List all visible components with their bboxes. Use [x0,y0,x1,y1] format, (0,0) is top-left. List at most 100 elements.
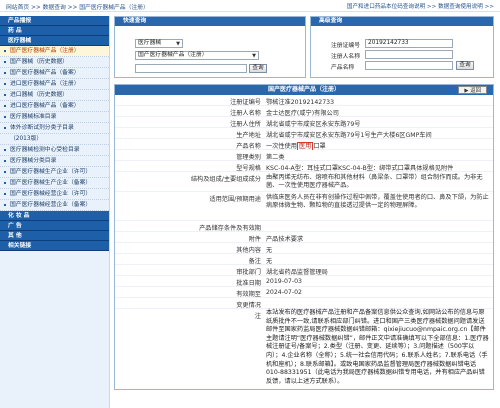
sidebar-item-distributor-license[interactable]: 国产医疗器械经营企业（许可） [0,189,109,200]
advanced-search-panel: 高级查询 注册证编号 20192142733 注册人名称 产品名称 查询 [310,16,494,78]
detail-row: 审批部门 湖北省药品监督管理局 [115,265,493,276]
product-name-prefix: 一次性使用 [266,143,297,150]
sidebar-item-classification-catalog[interactable]: 医疗器械分类目录 [0,156,109,167]
field-label: 注册证编号 [230,99,261,106]
sidebar-item-distributor-filing[interactable]: 国产医疗器械经营企业（备案） [0,200,109,211]
breadcrumb-separator: >> [31,5,41,11]
category-select[interactable]: 医疗器械 ▼ [135,39,183,48]
field-label: 审批部门 [236,269,261,276]
sidebar-item-import-device-filing[interactable]: 进口医疗器械产品（备案） [0,101,109,112]
detail-row: 注册证编号 鄂械注准20192142733 [115,95,493,106]
field-label: 结构及组成/主要组成成分 [190,176,261,183]
sidebar-item-ivd-catalog[interactable]: 体外诊断试剂分类子目录 [0,123,109,134]
notice-text: 本站发布的医疗器械产品注册和产品备案信息供公众查询,如网站公布的信息与原纸质批件… [266,309,489,385]
field-value: 无 [266,258,273,265]
field-label: 附件 [248,236,261,243]
sidebar-item-testing-center-catalog[interactable]: 医疗器械检测中心受检目录 [0,145,109,156]
field-value: 湖北省咸宁市咸安区永安东路79号1号生产大楼6区GMP车间 [266,132,432,139]
product-name-suffix: 口罩 [313,143,326,150]
field-value: 2024-07-02 [266,289,302,296]
sidebar-item-import-device-history[interactable]: 进口器械（历史数据） [0,90,109,101]
detail-title: 国产医疗器械产品（注册） [267,86,340,93]
field-label: 备注 [248,258,261,265]
detail-row: 型号规格 KSC-04-A型：耳挂式口罩KSC-04-B型：绑带式口罩具体规格见… [115,161,493,172]
detail-row: 管理类别 第二类 [115,150,493,161]
detail-row: 批准日期 2019-07-03 [115,276,493,287]
field-label: 变更情况 [236,302,261,309]
field-value: 湖北省药品监督管理局 [266,269,328,276]
chevron-down-icon: ▼ [176,41,180,47]
detail-row: 产品储存条件及有效期 [115,221,493,232]
detail-title-bar: 国产医疗器械产品（注册） ▶ 返回 [115,85,493,95]
detail-row: 结构及组成/主要组成成分 由聚丙烯无纺布、熔喷布和其他材料（鼻梁条、口罩带）组合… [115,172,493,192]
breadcrumb: 网站首页 >> 数据查询 >> 国产医疗器械产品（注册） [6,2,149,11]
advanced-search-title: 高级查询 [311,17,493,26]
quick-search-panel: 快速查询 医疗器械 ▼ 国产医疗器械产品（注册） ▼ 查询 [114,16,306,78]
detail-row: 适用范围/预期用途 供临床医务人员在非有创操作过程中佩带，覆盖住使用者的口、鼻及… [115,192,493,221]
detail-row: 注册人住所 湖北省咸宁市咸安区永安东路79号 [115,117,493,128]
registrant-name-input[interactable] [365,50,453,59]
sidebar-section-cosmetics[interactable]: 化 妆 品 [0,211,109,221]
field-label: 产品储存条件及有效期 [199,225,261,232]
notice-row: 注 本站发布的医疗器械产品注册和产品备案信息供公众查询,如网站公布的信息与原纸质… [115,309,493,389]
advanced-search-button[interactable]: 查询 [456,61,474,70]
field-value: 由聚丙烯无纺布、熔喷布和其他材料（鼻梁条、口罩带）组合制作而成。为非无菌、一次性… [266,174,483,190]
reg-number-label: 注册证编号 [331,43,360,49]
sidebar-section-drugs[interactable]: 药 品 [0,26,109,36]
detail-row: 附件 产品技术要求 [115,232,493,243]
subcategory-select-value: 国产医疗器械产品（注册） [138,52,208,58]
sidebar-item-manufacturer-license[interactable]: 国产医疗器械生产企业（许可） [0,167,109,178]
breadcrumb-data-query[interactable]: 数据查询 [43,5,66,11]
field-label: 注册人名称 [230,110,261,117]
sidebar-item-import-device-registration[interactable]: 进口医疗器械产品（注册） [0,79,109,90]
sidebar-section-devices[interactable]: 医疗器械 [0,36,109,46]
sidebar-section-product-news[interactable]: 产品播报 [0,16,109,26]
field-label: 注册人住所 [230,121,261,128]
field-value: 鄂械注准20192142733 [266,99,335,106]
breadcrumb-home-link[interactable]: 网站首页 [6,5,29,11]
keyword-input[interactable] [135,64,247,73]
subcategory-select[interactable]: 国产医疗器械产品（注册） ▼ [135,51,259,60]
detail-row: 其他内容 无 [115,243,493,254]
product-name-input[interactable] [365,61,453,70]
quick-search-button[interactable]: 查询 [249,64,267,73]
notice-label: 注 [254,313,261,320]
breadcrumb-current: 国产医疗器械产品（注册） [79,5,149,11]
detail-row: 有效期至 2024-07-02 [115,287,493,298]
detail-row: 注册人名称 金士达医疗(咸宁)有限公司 [115,106,493,117]
sidebar-item-device-standards[interactable]: 医疗器械标准目录 [0,112,109,123]
sidebar-item-domestic-device-filing[interactable]: 国产医疗器械产品（备案） [0,68,109,79]
detail-row: 备注 无 [115,254,493,265]
back-button[interactable]: ▶ 返回 [458,86,487,94]
sidebar-section-other[interactable]: 其 他 [0,231,109,241]
breadcrumb-separator: >> [67,5,78,11]
field-label: 型号规格 [236,165,261,172]
sidebar-item-domestic-device-registration[interactable]: 国产医疗器械产品（注册） [0,46,109,57]
sidebar-section-ads[interactable]: 广 告 [0,221,109,231]
field-label: 适用范围/预期用途 [209,196,261,203]
field-label: 有效期至 [236,291,261,298]
field-value: 第二类 [266,154,285,161]
attachment-link[interactable]: 产品技术要求 [266,234,489,243]
field-value: 一次性使用 医用 口罩 [266,141,489,150]
search-highlight: 医用 [296,142,314,150]
sidebar-item-ivd-catalog-version[interactable]: （2013版） [0,134,109,145]
top-breadcrumb-bar: 网站首页 >> 数据查询 >> 国产医疗器械产品（注册） 国产和进口药品本位码查… [0,0,500,12]
field-value: 湖北省咸宁市咸安区永安东路79号 [266,121,361,128]
detail-row: 变更情况 [115,298,493,309]
sidebar-section-related-links[interactable]: 相关链接 [0,241,109,251]
product-detail-table: 国产医疗器械产品（注册） ▶ 返回 注册证编号 鄂械注准20192142733 … [114,84,494,390]
reg-number-input[interactable]: 20192142733 [365,39,453,48]
category-select-value: 医疗器械 [138,40,162,46]
sidebar-item-domestic-device-history[interactable]: 国产器械（历史数据） [0,57,109,68]
detail-row: 生产地址 湖北省咸宁市咸安区永安东路79号1号生产大楼6区GMP车间 [115,128,493,139]
chevron-down-icon: ▼ [252,53,256,59]
field-value: 供临床医务人员在非有创操作过程中佩带，覆盖住使用者的口、鼻及下颌，为防止病原体微… [266,194,489,210]
help-links[interactable]: 国产和进口药品本位码查询说明 >> 数据查询使用说明 >> [347,2,494,10]
field-value: 金士达医疗(咸宁)有限公司 [266,110,339,117]
field-value: KSC-04-A型：耳挂式口罩KSC-04-B型：绑带式口罩具体规格见附件 [266,165,454,172]
product-name-label: 产品名称 [331,65,355,71]
sidebar-item-manufacturer-filing[interactable]: 国产医疗器械生产企业（备案） [0,178,109,189]
field-label: 批准日期 [236,280,261,287]
left-sidebar: 产品播报 药 品 医疗器械 国产医疗器械产品（注册） 国产器械（历史数据） 国产… [0,16,110,408]
